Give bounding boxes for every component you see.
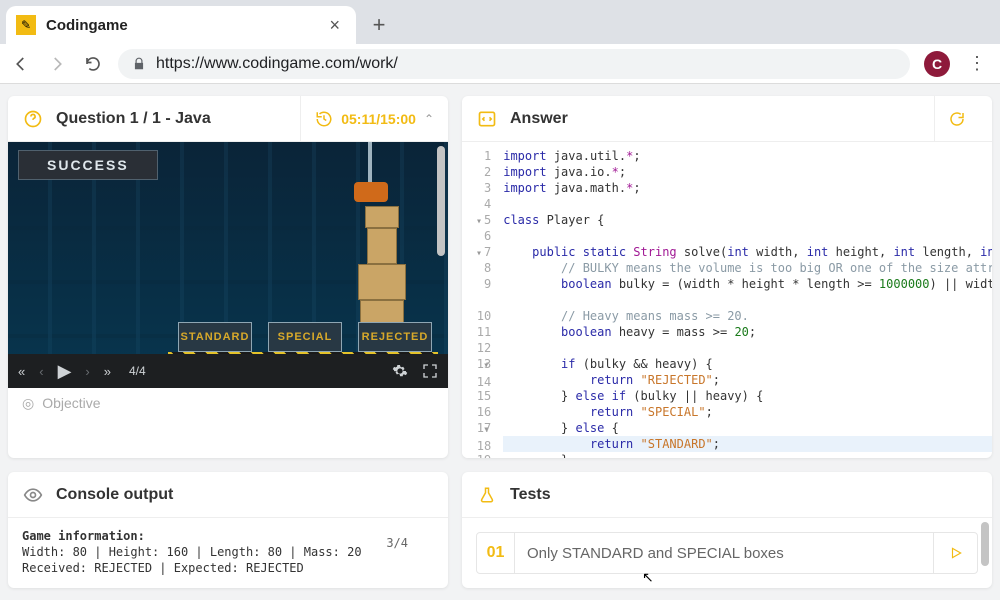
test-number: 01 <box>477 533 515 573</box>
timer-text: 05:11/15:00 <box>341 111 416 127</box>
crane-claw <box>354 182 388 202</box>
question-icon <box>22 108 44 130</box>
console-counter: 3/4 <box>386 536 408 550</box>
tests-title: Tests <box>510 486 551 504</box>
answer-header: Answer <box>462 96 992 142</box>
objective-section[interactable]: ◎ Objective <box>8 388 448 418</box>
test-name: Only STANDARD and SPECIAL boxes <box>515 545 933 562</box>
timer-toggle[interactable]: 05:11/15:00 ⌃ <box>300 96 434 141</box>
browser-tab-strip: ✎ Codingame × + <box>0 0 1000 44</box>
lock-icon <box>132 57 146 71</box>
game-viewport: SUCCESS STANDARD SPECIAL REJECTED « ‹ ▶ … <box>8 142 448 388</box>
answer-panel: Answer 1234▾56▾78910111213▾14151617▾1819… <box>462 96 992 458</box>
rewind-button[interactable]: « <box>18 364 25 379</box>
bin-special: SPECIAL <box>268 322 342 352</box>
forward-button[interactable] <box>46 53 68 75</box>
close-icon[interactable]: × <box>323 13 346 38</box>
history-icon <box>315 110 333 128</box>
objective-label: Objective <box>42 395 100 411</box>
step-forward-button[interactable]: › <box>85 364 89 379</box>
run-test-button[interactable] <box>933 533 977 573</box>
url-text: https://www.codingame.com/work/ <box>156 55 398 73</box>
tests-panel: Tests 01 Only STANDARD and SPECIAL boxes… <box>462 472 992 588</box>
target-icon: ◎ <box>22 395 34 412</box>
new-tab-button[interactable]: + <box>364 10 394 40</box>
bin-rejected: REJECTED <box>358 322 432 352</box>
player-controls: « ‹ ▶ › » 4/4 <box>8 354 448 388</box>
reload-button[interactable] <box>82 53 104 75</box>
fast-forward-button[interactable]: » <box>104 364 111 379</box>
code-icon <box>476 108 498 130</box>
console-line: Received: REJECTED | Expected: REJECTED <box>22 560 434 576</box>
console-title: Console output <box>56 486 173 504</box>
play-button[interactable]: ▶ <box>58 361 72 382</box>
scrollbar-thumb[interactable] <box>437 146 445 256</box>
test-row[interactable]: 01 Only STANDARD and SPECIAL boxes <box>476 532 978 574</box>
eye-icon <box>22 484 44 506</box>
back-button[interactable] <box>10 53 32 75</box>
answer-title: Answer <box>510 110 568 128</box>
console-header: Console output <box>8 472 448 518</box>
site-favicon: ✎ <box>16 15 36 35</box>
frame-counter: 4/4 <box>129 364 146 378</box>
profile-avatar[interactable]: C <box>924 51 950 77</box>
browser-menu-button[interactable]: ⋮ <box>964 53 990 74</box>
address-bar[interactable]: https://www.codingame.com/work/ <box>118 49 910 79</box>
chevron-up-icon: ⌃ <box>424 112 434 126</box>
status-badge: SUCCESS <box>18 150 158 180</box>
gear-icon[interactable] <box>392 363 408 379</box>
line-gutter: 1234▾56▾78910111213▾14151617▾18192021222… <box>462 142 497 458</box>
console-line: Game information: <box>22 528 434 544</box>
step-back-button[interactable]: ‹ <box>39 364 43 379</box>
mouse-cursor: ↖ <box>642 569 654 586</box>
tab-title: Codingame <box>46 17 313 34</box>
fullscreen-icon[interactable] <box>422 363 438 379</box>
code-body[interactable]: import java.util.*;import java.io.*;impo… <box>497 142 992 458</box>
question-title: Question 1 / 1 - Java <box>56 110 211 128</box>
console-line: Width: 80 | Height: 160 | Length: 80 | M… <box>22 544 434 560</box>
flask-icon <box>476 484 498 506</box>
browser-toolbar: https://www.codingame.com/work/ C ⋮ <box>0 44 1000 84</box>
tests-header: Tests <box>462 472 992 518</box>
console-body: Game information: Width: 80 | Height: 16… <box>8 518 448 586</box>
reset-code-button[interactable] <box>934 96 978 141</box>
question-header: Question 1 / 1 - Java 05:11/15:00 ⌃ <box>8 96 448 142</box>
code-editor[interactable]: 1234▾56▾78910111213▾14151617▾18192021222… <box>462 142 992 458</box>
console-panel: Console output Game information: Width: … <box>8 472 448 588</box>
scrollbar-thumb[interactable] <box>981 522 989 566</box>
browser-tab[interactable]: ✎ Codingame × <box>6 6 356 44</box>
question-panel: Question 1 / 1 - Java 05:11/15:00 ⌃ SUCC… <box>8 96 448 458</box>
bin-standard: STANDARD <box>178 322 252 352</box>
